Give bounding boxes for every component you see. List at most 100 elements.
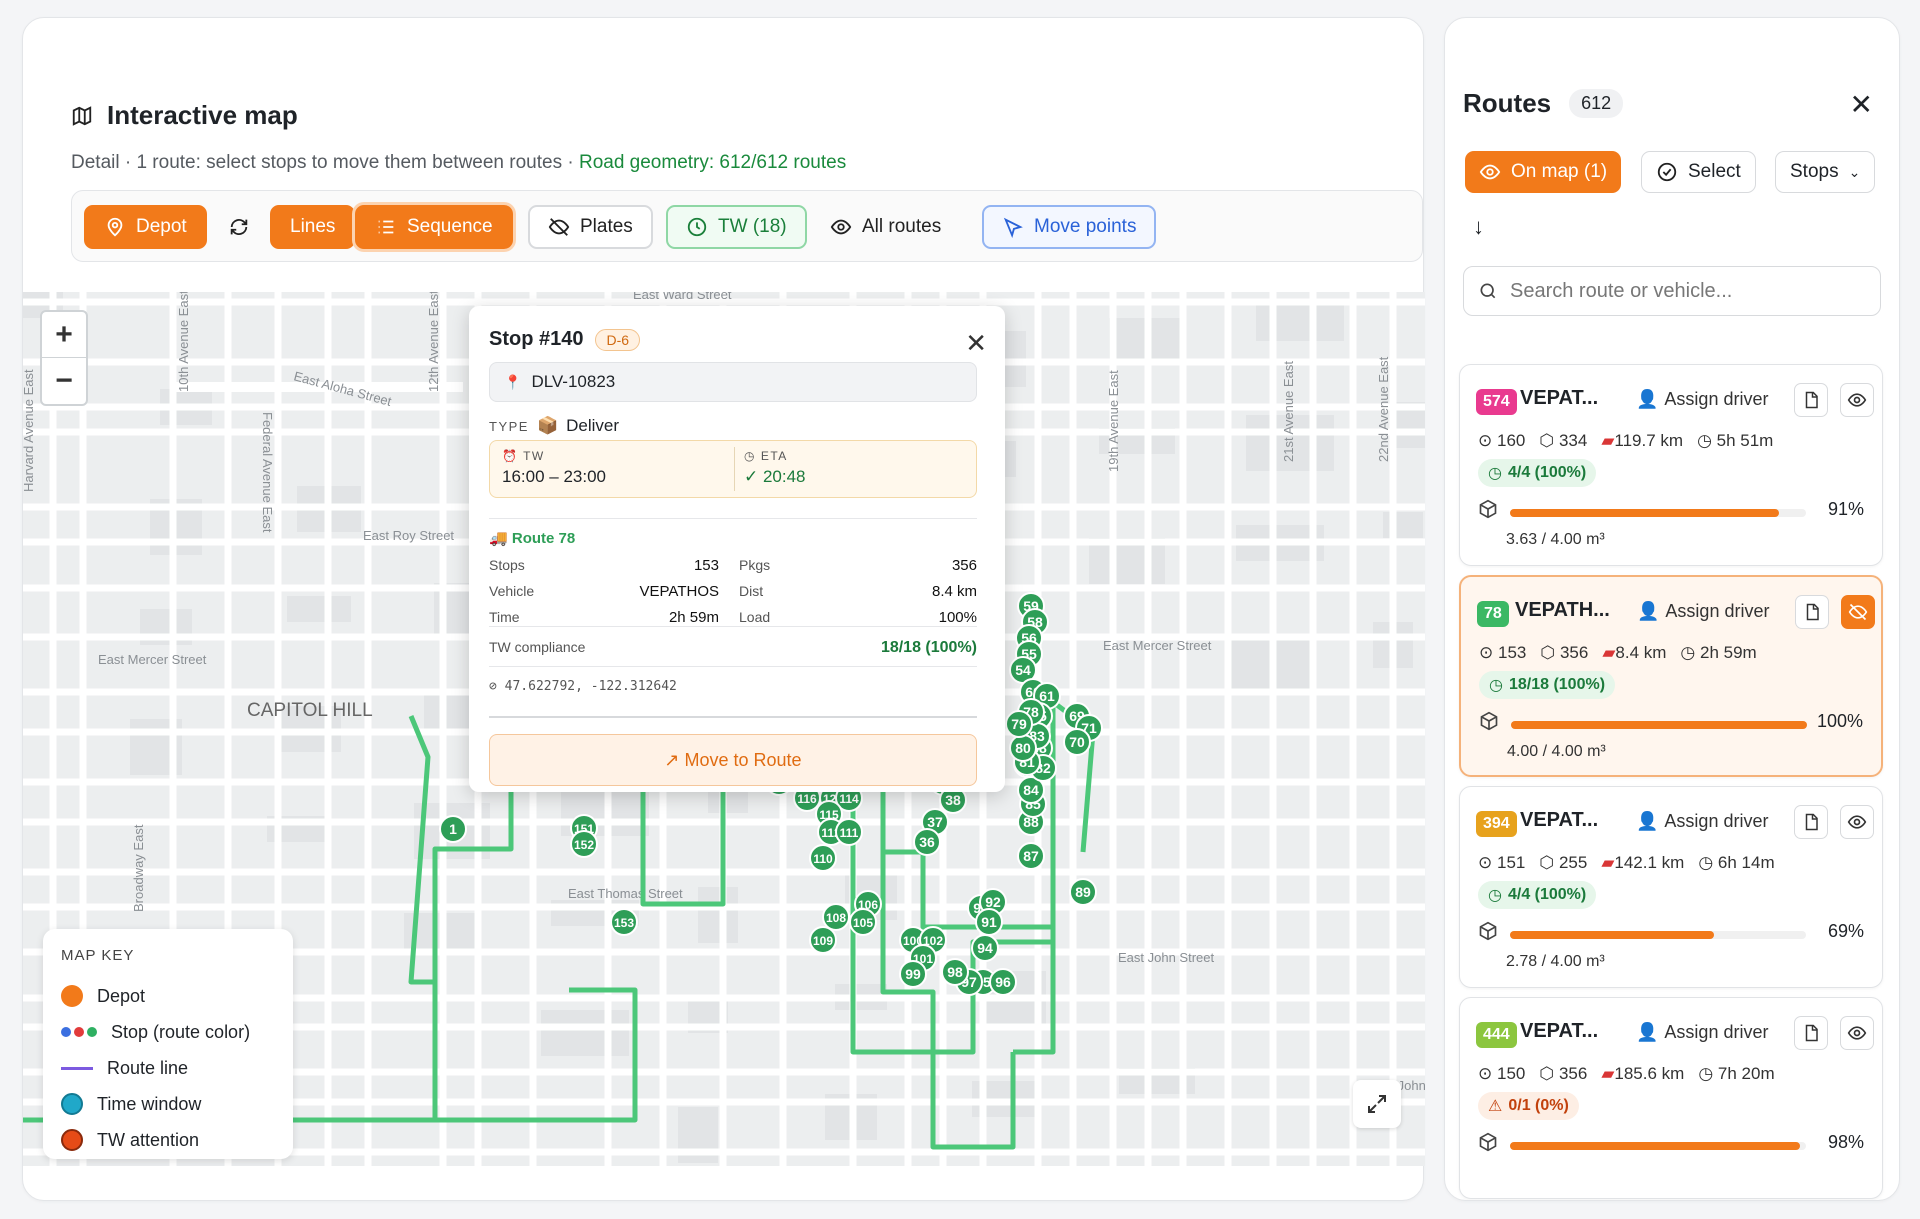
visibility-toggle[interactable]	[1841, 595, 1875, 629]
depot-button[interactable]: Depot	[84, 205, 207, 249]
stop-marker[interactable]: 108	[822, 903, 850, 931]
move-to-route-button[interactable]: ↗ Move to Route	[489, 734, 977, 786]
map-key-label: TW attention	[97, 1129, 200, 1150]
visibility-toggle[interactable]	[1840, 1016, 1874, 1050]
load-bar-fill	[1511, 721, 1807, 729]
street-label: Broadway East	[131, 824, 146, 912]
building-block	[1383, 512, 1423, 538]
street-label: 21st Avenue East	[1281, 361, 1296, 462]
load-bar	[1511, 721, 1807, 729]
route-card[interactable]: 394 VEPAT... 👤 Assign driver ⊙ 151 ⬡ 255 …	[1459, 786, 1883, 988]
stop-marker[interactable]: 94	[971, 934, 999, 962]
route-card[interactable]: 574 VEPAT... 👤 Assign driver ⊙ 160 ⬡ 334 …	[1459, 364, 1883, 566]
load-bar-fill	[1510, 1142, 1801, 1150]
select-button[interactable]: Select	[1641, 151, 1756, 193]
stop-number: 37	[927, 814, 943, 830]
tw-compliance-badge: ◷ 18/18 (100%)	[1479, 671, 1616, 699]
route-search-input[interactable]: Search route or vehicle...	[1463, 266, 1881, 316]
stop-marker[interactable]: 91	[975, 908, 1003, 936]
refresh-button[interactable]	[218, 205, 260, 249]
sort-direction-arrow-icon[interactable]: ↓	[1473, 214, 1484, 240]
map-canvas[interactable]: CAPITOL HILL East Ward Street East Aloha …	[23, 292, 1425, 1166]
move-points-button[interactable]: Move points	[982, 205, 1157, 249]
stop-marker[interactable]: 80	[1009, 734, 1037, 762]
sequence-button[interactable]: Sequence	[355, 205, 513, 249]
vehicle-name: VEPAT...	[1520, 809, 1599, 831]
sort-dropdown[interactable]: Stops ⌄	[1775, 151, 1876, 193]
document-button[interactable]	[1794, 805, 1828, 839]
distance-value: 8.4 km	[1615, 643, 1667, 662]
eye-off-icon	[548, 218, 570, 236]
user-plus-icon: 👤	[1637, 601, 1660, 621]
all-routes-toggle[interactable]: All routes	[810, 205, 961, 249]
stop-marker[interactable]: 110	[809, 844, 837, 872]
document-button[interactable]	[1795, 595, 1829, 629]
visibility-toggle[interactable]	[1840, 805, 1874, 839]
route-number-badge: 574	[1476, 389, 1517, 415]
move-to-route-label: ↗ Move to Route	[664, 749, 802, 770]
stop-marker[interactable]: 152	[570, 830, 598, 858]
stat-key: Time	[489, 609, 520, 625]
route-stats: ⊙ 150 ⬡ 356 ▰185.6 km ◷ 7h 20m	[1478, 1064, 1775, 1084]
document-button[interactable]	[1794, 1016, 1828, 1050]
plates-button[interactable]: Plates	[528, 205, 653, 249]
map-key-title: MAP KEY	[61, 947, 135, 964]
stop-marker[interactable]: 98	[941, 958, 969, 986]
stop-marker[interactable]: 105	[849, 908, 877, 936]
route-card[interactable]: 444 VEPAT... 👤 Assign driver ⊙ 150 ⬡ 356 …	[1459, 997, 1883, 1199]
chevron-down-icon: ⌄	[1848, 163, 1861, 180]
document-button[interactable]	[1794, 383, 1828, 417]
eye-icon	[830, 219, 852, 235]
volume-capacity: 3.63 / 4.00 m³	[1506, 531, 1605, 548]
zoom-in-button[interactable]: +	[42, 312, 86, 358]
stop-marker[interactable]: 70	[1063, 728, 1091, 756]
stop-marker[interactable]: 109	[809, 926, 837, 954]
stop-marker[interactable]: 36	[913, 828, 941, 856]
stop-marker[interactable]: 79	[1005, 710, 1033, 738]
stop-number: 111	[840, 826, 859, 840]
stop-marker[interactable]: 1	[439, 815, 467, 843]
vehicle-name: VEPAT...	[1520, 387, 1599, 409]
assign-driver-label: Assign driver	[1664, 1022, 1769, 1042]
truck-icon: ▰	[1601, 853, 1615, 872]
volume-capacity: 2.78 / 4.00 m³	[1506, 953, 1605, 970]
package-icon: 📦	[536, 416, 559, 435]
packages-stat: ⬡ 334	[1539, 431, 1587, 451]
close-icon[interactable]: ✕	[1850, 88, 1873, 121]
distance-stat: ▰119.7 km	[1601, 431, 1683, 451]
stop-marker[interactable]: 111	[835, 818, 863, 846]
route-card[interactable]: 78 VEPATH... 👤 Assign driver ⊙ 153 ⬡ 356 …	[1459, 575, 1883, 777]
stop-number: 105	[853, 916, 873, 930]
lines-button[interactable]: Lines	[270, 205, 356, 249]
zoom-controls: + −	[40, 310, 88, 406]
stop-marker[interactable]: 99	[899, 960, 927, 988]
stop-marker[interactable]: 96	[989, 968, 1017, 996]
load-bar-fill	[1510, 931, 1715, 939]
on-map-filter-button[interactable]: On map (1)	[1465, 151, 1622, 193]
building-block	[698, 887, 738, 943]
document-icon	[1805, 1024, 1818, 1042]
package-icon	[1478, 1132, 1498, 1157]
time-window-button[interactable]: TW (18)	[666, 205, 807, 249]
route-stats: ⊙ 160 ⬡ 334 ▰119.7 km ◷ 5h 51m	[1478, 431, 1773, 451]
cursor-icon	[1003, 217, 1023, 238]
assign-driver-button[interactable]: 👤 Assign driver	[1636, 389, 1768, 410]
close-icon[interactable]: ✕	[965, 328, 987, 359]
stop-marker[interactable]: 153	[610, 908, 638, 936]
assign-driver-button[interactable]: 👤 Assign driver	[1637, 601, 1769, 622]
route-number-badge: 394	[1476, 811, 1517, 837]
assign-driver-button[interactable]: 👤 Assign driver	[1636, 1022, 1768, 1043]
visibility-toggle[interactable]	[1840, 383, 1874, 417]
map-icon	[72, 105, 92, 126]
stat-key: Stops	[489, 557, 525, 573]
package-icon: ⬡	[1540, 643, 1556, 662]
fullscreen-button[interactable]	[1353, 1080, 1401, 1128]
stops-value: 150	[1496, 1064, 1526, 1083]
stat-value: 100%	[938, 608, 977, 626]
zoom-out-button[interactable]: −	[42, 358, 86, 404]
stop-marker[interactable]: 87	[1017, 842, 1045, 870]
tw-compliance-value: 4/4 (100%)	[1507, 886, 1587, 903]
assign-driver-button[interactable]: 👤 Assign driver	[1636, 811, 1768, 832]
stop-marker[interactable]: 89	[1069, 878, 1097, 906]
map-subtitle: Detail · 1 route: select stops to move t…	[71, 152, 846, 174]
